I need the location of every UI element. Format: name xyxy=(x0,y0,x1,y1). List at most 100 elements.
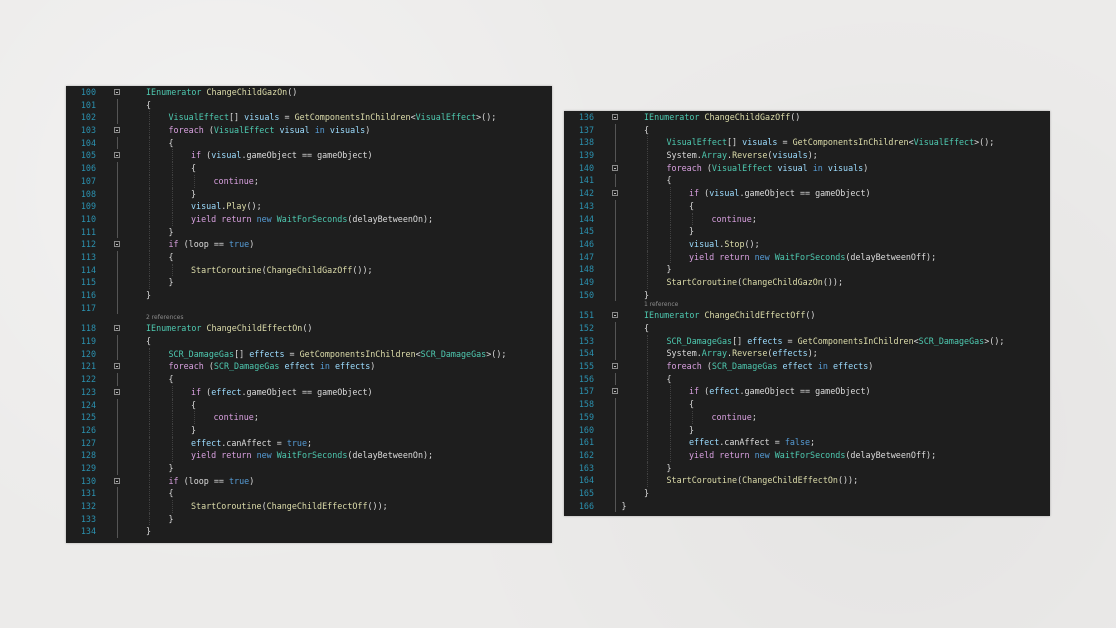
code-line[interactable]: 148} xyxy=(564,263,1050,276)
code-line[interactable]: 152 { xyxy=(564,322,1050,335)
code-line[interactable]: 111} xyxy=(66,225,552,239)
code-lens-references[interactable]: 1 reference xyxy=(564,301,1050,309)
code-line[interactable]: 106 { xyxy=(66,162,552,175)
collapse-icon[interactable] xyxy=(612,190,618,197)
code-line[interactable]: 130 if (loop == true) xyxy=(66,474,552,488)
code-line[interactable]: 139 System.Array.Reverse(visuals); xyxy=(564,149,1050,162)
code-line[interactable]: 108} xyxy=(66,187,552,201)
collapse-icon[interactable] xyxy=(114,388,120,395)
code-line[interactable]: 138 VisualEffect[] visuals = GetComponent… xyxy=(564,136,1050,150)
code-line[interactable]: 122 { xyxy=(66,373,552,386)
code-line[interactable]: 124 { xyxy=(66,398,552,412)
code-line[interactable]: 131 { xyxy=(66,487,552,500)
line-number: 152 xyxy=(578,323,594,333)
code-token: { xyxy=(168,488,174,499)
code-line[interactable]: 146 visual.Stop(); xyxy=(564,237,1050,251)
code-line[interactable]: 109 visual.Play(); xyxy=(66,200,552,213)
code-line[interactable]: 159 continue; xyxy=(564,410,1050,424)
code-line[interactable]: 156 { xyxy=(564,372,1050,386)
code-line[interactable]: 155 foreach (SCR_DamageGas effect in effe… xyxy=(564,360,1050,373)
collapse-icon[interactable] xyxy=(612,164,618,171)
code-line[interactable]: 103 foreach (VisualEffect visual in visua… xyxy=(66,124,552,137)
code-line[interactable]: 166} xyxy=(564,499,1050,513)
code-line[interactable]: 165} xyxy=(564,486,1050,500)
code-line[interactable]: 110 yield return new WaitForSeconds(delay… xyxy=(66,212,552,226)
code-line[interactable]: 112 if (loop == true) xyxy=(66,238,552,251)
code-line[interactable]: 160} xyxy=(564,423,1050,437)
collapse-icon[interactable] xyxy=(612,388,618,395)
code-line[interactable]: 142 if (visual.gameObject == gameObject) xyxy=(564,187,1050,200)
collapse-icon[interactable] xyxy=(114,325,120,332)
code-line[interactable]: 116} xyxy=(66,289,552,302)
code-line[interactable]: 129} xyxy=(66,461,552,475)
indent-guide xyxy=(171,162,173,175)
collapse-icon[interactable] xyxy=(114,127,120,134)
code-line[interactable]: 132 StartCoroutine(ChangeChildEffectOff()… xyxy=(66,500,552,513)
code-editor-right[interactable]: 136 IEnumerator ChangeChildGazOff() 137{13… xyxy=(564,111,1050,516)
code-line[interactable]: 149 StartCoroutine(ChangeChildGazOn()); xyxy=(564,275,1050,289)
code-line[interactable]: 163} xyxy=(564,461,1050,475)
code-line[interactable]: 113 { xyxy=(66,250,552,264)
outline-guide xyxy=(615,499,616,513)
code-line[interactable]: 102 VisualEffect[] visuals = GetComponent… xyxy=(66,111,552,125)
code-line[interactable]: 100 IEnumerator ChangeChildGazOn() xyxy=(66,86,552,99)
code-line[interactable]: 127 effect.canAffect = true; xyxy=(66,436,552,450)
code-line[interactable]: 140 foreach (VisualEffect visual in visua… xyxy=(564,161,1050,175)
code-line[interactable]: 137 { xyxy=(564,123,1050,137)
collapse-icon[interactable] xyxy=(114,89,120,95)
code-text: } xyxy=(169,462,174,475)
code-line[interactable]: 117 xyxy=(66,301,552,315)
code-line[interactable]: 123 if (effect.gameObject == gameObject) xyxy=(66,385,552,399)
collapse-icon[interactable] xyxy=(114,477,120,484)
collapse-icon[interactable] xyxy=(114,241,120,248)
code-line[interactable]: 154 System.Array.Reverse(effects); xyxy=(564,347,1050,361)
code-line[interactable]: 147 yield return new WaitForSeconds(delay… xyxy=(564,250,1050,264)
indent-guide xyxy=(149,398,150,412)
code-line[interactable]: 121 foreach (SCR_DamageGas effect in effe… xyxy=(66,360,552,374)
code-line[interactable]: 136 IEnumerator ChangeChildGazOff() xyxy=(564,111,1050,124)
code-line[interactable]: 126} xyxy=(66,423,552,437)
code-line[interactable]: 120 SCR_DamageGas[] effects = GetComponen… xyxy=(66,347,552,361)
code-line[interactable]: 133} xyxy=(66,512,552,526)
code-listing-right: 136 IEnumerator ChangeChildGazOff() 137{13… xyxy=(564,111,1050,513)
code-line[interactable]: 157 if (effect.gameObject == gameObject) xyxy=(564,385,1050,399)
code-line[interactable]: 125 continue; xyxy=(66,411,552,424)
code-line[interactable]: 143 { xyxy=(564,199,1050,213)
code-line[interactable]: 144 continue; xyxy=(564,212,1050,226)
code-line[interactable]: 104 { xyxy=(66,136,552,150)
code-line[interactable]: 134} xyxy=(66,525,552,539)
collapse-icon[interactable] xyxy=(114,152,120,159)
code-line[interactable]: 105 if (visual.gameObject == gameObject) xyxy=(66,149,552,163)
code-token: SCR_DamageGas xyxy=(918,335,985,346)
code-line[interactable]: 114 StartCoroutine(ChangeChildGazOff()); xyxy=(66,263,552,277)
code-text: VisualEffect[] visuals = GetComponentsIn… xyxy=(667,136,995,149)
code-line[interactable]: 107 continue; xyxy=(66,174,552,188)
code-editor-left[interactable]: 100 IEnumerator ChangeChildGazOn() 101{102… xyxy=(66,86,552,543)
code-line[interactable]: 164 StartCoroutine(ChangeChildEffectOn())… xyxy=(564,474,1050,487)
line-number: 155 xyxy=(578,361,594,372)
collapse-icon[interactable] xyxy=(612,363,618,370)
collapse-icon[interactable] xyxy=(114,363,120,370)
code-line[interactable]: 153 SCR_DamageGas[] effects = GetComponen… xyxy=(564,334,1050,348)
code-token: VisualEffect xyxy=(711,162,773,173)
code-line[interactable]: 119 { xyxy=(66,335,552,348)
collapse-icon[interactable] xyxy=(612,312,618,319)
code-line[interactable]: 162 yield return new WaitForSeconds(delay… xyxy=(564,448,1050,462)
code-line[interactable]: 158 { xyxy=(564,398,1050,411)
code-token: } xyxy=(666,462,672,473)
code-text: } xyxy=(644,289,649,302)
collapse-icon[interactable] xyxy=(612,114,618,120)
code-lens-references[interactable]: 2 references xyxy=(66,314,552,322)
code-line[interactable]: 151 IEnumerator ChangeChildEffectOff() xyxy=(564,309,1050,322)
code-line[interactable]: 161 effect.canAffect = false; xyxy=(564,436,1050,449)
code-line[interactable]: 128 yield return new WaitForSeconds(delay… xyxy=(66,449,552,462)
code-line[interactable]: 118 IEnumerator ChangeChildEffectOn() xyxy=(66,322,552,335)
code-line[interactable]: 145} xyxy=(564,225,1050,238)
indent-guide xyxy=(149,238,150,251)
code-text: StartCoroutine(ChangeChildGazOff()); xyxy=(191,264,373,277)
code-line[interactable]: 101 { xyxy=(66,98,552,112)
code-token: Reverse xyxy=(732,348,768,359)
code-line[interactable]: 115} xyxy=(66,276,552,289)
code-line[interactable]: 141 { xyxy=(564,174,1050,188)
code-line[interactable]: 150} xyxy=(564,288,1050,302)
